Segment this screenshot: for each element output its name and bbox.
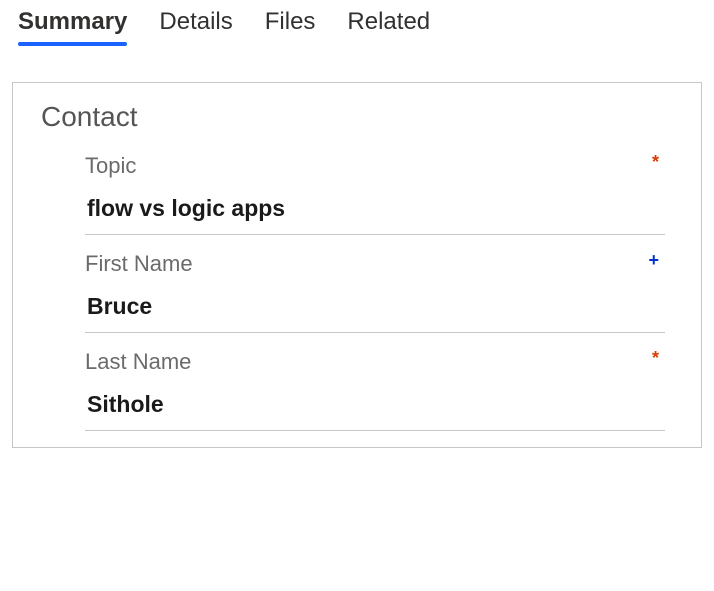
tab-details[interactable]: Details: [159, 8, 232, 42]
field-topic-value[interactable]: flow vs logic apps: [85, 195, 665, 222]
field-first-name-label-row: First Name +: [85, 251, 665, 293]
field-last-name[interactable]: Last Name * Sithole: [85, 349, 665, 431]
field-last-name-label: Last Name: [85, 349, 191, 375]
form-panel: Contact Topic * flow vs logic apps First…: [12, 82, 702, 448]
field-last-name-label-row: Last Name *: [85, 349, 665, 391]
field-first-name[interactable]: First Name + Bruce: [85, 251, 665, 333]
field-last-name-value[interactable]: Sithole: [85, 391, 665, 418]
field-topic[interactable]: Topic * flow vs logic apps: [85, 153, 665, 235]
field-topic-label: Topic: [85, 153, 136, 179]
tab-files[interactable]: Files: [265, 8, 316, 42]
field-topic-label-row: Topic *: [85, 153, 665, 195]
field-first-name-label: First Name: [85, 251, 193, 277]
required-indicator-icon: *: [652, 153, 665, 171]
tab-bar: Summary Details Files Related: [0, 0, 714, 42]
tab-related[interactable]: Related: [347, 8, 430, 42]
tab-summary[interactable]: Summary: [18, 8, 127, 42]
section-title-contact: Contact: [41, 101, 673, 133]
required-indicator-icon: *: [652, 349, 665, 367]
recommended-indicator-icon: +: [648, 251, 665, 269]
field-first-name-value[interactable]: Bruce: [85, 293, 665, 320]
